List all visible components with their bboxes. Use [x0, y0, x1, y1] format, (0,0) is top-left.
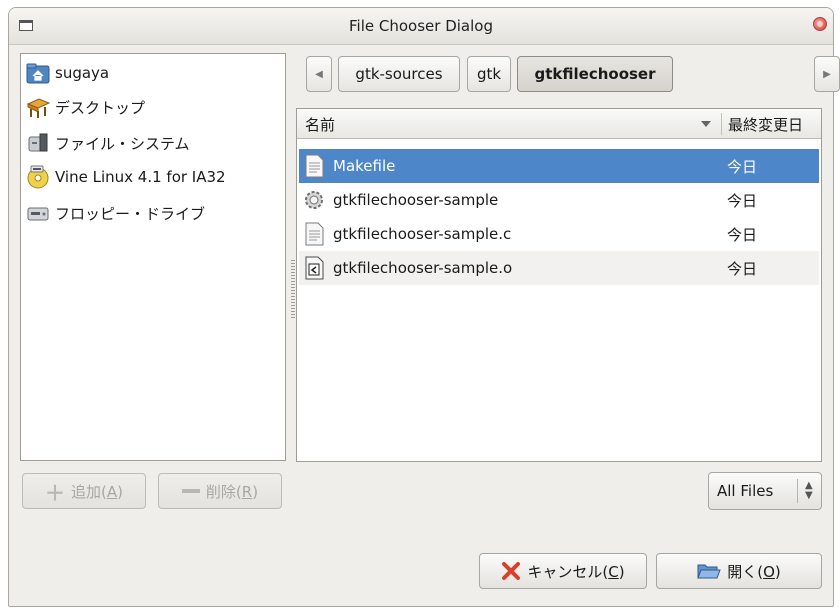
cdrom-icon [27, 165, 49, 189]
path-segment-gtk-sources[interactable]: gtk-sources [338, 56, 460, 92]
file-list-header: 名前 最終変更日 [297, 109, 821, 139]
floppy-drive-icon [27, 207, 49, 221]
file-type-filter-select[interactable]: All Files ▲ ▼ [708, 472, 822, 510]
spin-arrows-icon: ▲ ▼ [805, 480, 813, 501]
file-list[interactable]: 名前 最終変更日 Makefile 今日 gtkfilechooser-samp… [296, 108, 822, 462]
table-row[interactable]: Makefile 今日 [299, 149, 819, 183]
place-label: Vine Linux 4.1 for IA32 [55, 168, 226, 186]
places-sidebar: sugaya デスクトップ ファイル・システム Vine Linux 4.1 f… [20, 53, 286, 461]
chevron-left-icon: ◀ [315, 68, 323, 80]
path-back-button[interactable]: ◀ [306, 56, 332, 92]
remove-bookmark-button[interactable]: 削除(R) [158, 473, 282, 509]
pane-splitter-handle[interactable] [291, 260, 295, 318]
open-folder-icon [697, 564, 721, 579]
table-row[interactable]: gtkfilechooser-sample.c 今日 [299, 217, 819, 251]
path-segment-gtkfilechooser[interactable]: gtkfilechooser [517, 56, 673, 92]
column-modified-header[interactable]: 最終変更日 [728, 114, 803, 135]
filesystem-icon [28, 133, 48, 152]
text-file-icon [305, 222, 324, 246]
sort-arrow-down-icon [701, 121, 711, 127]
place-label: デスクトップ [55, 98, 146, 117]
path-forward-button[interactable]: ▶ [814, 56, 840, 92]
text-file-icon [305, 154, 324, 178]
table-row[interactable]: gtkfilechooser-sample.o 今日 [299, 251, 819, 285]
cancel-x-icon [502, 562, 521, 580]
place-item-filesystem[interactable]: ファイル・システム [25, 128, 281, 158]
home-folder-icon [26, 63, 50, 84]
place-label: ファイル・システム [55, 134, 190, 153]
place-label: sugaya [55, 64, 110, 82]
open-button[interactable]: 開く(O) [656, 553, 822, 589]
cancel-button[interactable]: キャンセル(C) [479, 553, 647, 589]
table-row[interactable]: gtkfilechooser-sample 今日 [299, 183, 819, 217]
object-file-icon [305, 256, 324, 280]
place-item-floppy[interactable]: フロッピー・ドライブ [25, 198, 281, 228]
chevron-right-icon: ▶ [823, 68, 831, 80]
minus-icon [181, 489, 200, 493]
path-segment-gtk[interactable]: gtk [467, 56, 511, 92]
close-button[interactable] [813, 17, 827, 31]
executable-gear-icon [305, 191, 323, 209]
place-item-home[interactable]: sugaya [25, 58, 281, 88]
window-title: File Chooser Dialog [349, 17, 493, 35]
filter-selected-value: All Files [717, 482, 774, 500]
plus-icon: ＋ [45, 480, 65, 505]
place-item-cdrom[interactable]: Vine Linux 4.1 for IA32 [25, 162, 281, 192]
desktop-icon [26, 98, 51, 118]
title-bar[interactable]: File Chooser Dialog [9, 8, 833, 45]
place-label: フロッピー・ドライブ [55, 204, 206, 223]
add-bookmark-button[interactable]: ＋ 追加(A) [22, 473, 146, 509]
column-name-header[interactable]: 名前 [305, 114, 335, 135]
place-item-desktop[interactable]: デスクトップ [25, 92, 281, 122]
